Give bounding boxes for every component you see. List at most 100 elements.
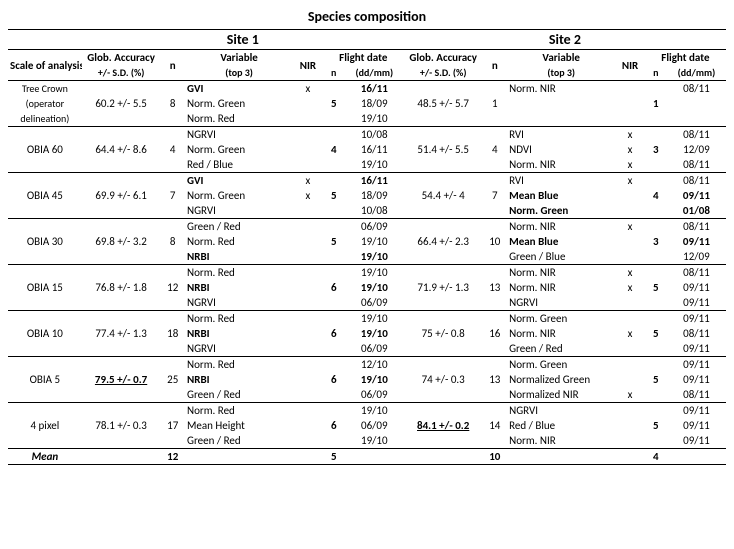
- cell: 13: [483, 357, 508, 403]
- cell: 10/08: [345, 127, 404, 143]
- table-title: Species composition: [8, 8, 726, 25]
- cell: Mean Blue: [507, 234, 615, 249]
- cell: 08/11: [667, 219, 726, 235]
- cell: 19/10: [345, 157, 404, 173]
- cell: 4 pixel: [8, 403, 82, 449]
- cell: Norm. Red: [185, 311, 293, 327]
- header-n1: n: [160, 50, 185, 81]
- cell: 09/11: [667, 188, 726, 203]
- cell: [615, 372, 645, 387]
- mean-empty: [615, 449, 645, 465]
- cell: 13: [483, 265, 508, 311]
- cell: [293, 142, 323, 157]
- cell: Red / Blue: [185, 157, 293, 173]
- cell: RVI: [507, 127, 615, 143]
- cell: 06/09: [345, 219, 404, 235]
- cell: 5: [323, 173, 345, 219]
- header-fn2: n: [645, 65, 667, 81]
- cell: 69.9 +/- 6.1: [82, 173, 161, 219]
- cell: [293, 249, 323, 265]
- cell: Norm. NIR: [507, 81, 615, 97]
- cell: 08/11: [667, 127, 726, 143]
- cell: 6: [323, 311, 345, 357]
- header-scale: Scale of analysis: [8, 50, 82, 81]
- header-site2: Site 2: [404, 30, 726, 50]
- header-fd2: Flight date: [645, 50, 726, 66]
- cell: x: [615, 326, 645, 341]
- cell: 09/11: [667, 403, 726, 419]
- cell: 66.4 +/- 2.3: [404, 219, 483, 265]
- cell: 4: [323, 127, 345, 173]
- cell: [615, 111, 645, 127]
- cell: 54.4 +/- 4: [404, 173, 483, 219]
- cell: 19/10: [345, 280, 404, 295]
- cell: [293, 403, 323, 419]
- cell: Norm. Green: [185, 96, 293, 111]
- cell: [615, 203, 645, 219]
- cell: OBIA 30: [8, 219, 82, 265]
- cell: Norm. Green: [507, 311, 615, 327]
- header-var2: Variable: [507, 50, 615, 66]
- cell: [615, 188, 645, 203]
- cell: Green / Red: [185, 219, 293, 235]
- cell: 5: [323, 219, 345, 265]
- species-table: Site 1 Site 2 Scale of analysis Glob. Ac…: [8, 29, 726, 465]
- cell: Green / Red: [185, 387, 293, 403]
- cell: OBIA 5: [8, 357, 82, 403]
- cell: [293, 203, 323, 219]
- header-var-sub2: (top 3): [507, 65, 615, 81]
- cell: 08/11: [667, 265, 726, 281]
- cell: 75 +/- 0.8: [404, 311, 483, 357]
- cell: [293, 127, 323, 143]
- cell: 5: [645, 265, 667, 311]
- cell: Norm. NIR: [507, 219, 615, 235]
- cell: [293, 111, 323, 127]
- cell: 14: [483, 403, 508, 449]
- cell: 48.5 +/- 5.7: [404, 81, 483, 127]
- header-nir1: NIR: [293, 50, 323, 81]
- cell: 77.4 +/- 1.3: [82, 311, 161, 357]
- cell: OBIA 60: [8, 127, 82, 173]
- mean-s2-fn: 4: [645, 449, 667, 465]
- cell: Norm. Red: [185, 265, 293, 281]
- cell: 09/11: [667, 234, 726, 249]
- cell: 18/09: [345, 188, 404, 203]
- cell: 19/10: [345, 249, 404, 265]
- cell: [667, 96, 726, 111]
- cell: Norm. Red: [185, 234, 293, 249]
- cell: 09/11: [667, 295, 726, 311]
- cell: Norm. NIR: [507, 265, 615, 281]
- mean-s1-n: 12: [160, 449, 185, 465]
- cell: 16/11: [345, 142, 404, 157]
- cell: 08/11: [667, 326, 726, 341]
- cell: Norm. NIR: [507, 326, 615, 341]
- cell: x: [615, 387, 645, 403]
- cell: 10/08: [345, 203, 404, 219]
- cell: [615, 249, 645, 265]
- cell: [615, 418, 645, 433]
- cell: Norm. NIR: [507, 157, 615, 173]
- cell: 5: [323, 81, 345, 127]
- cell: 16/11: [345, 173, 404, 189]
- cell: [293, 311, 323, 327]
- cell: 84.1 +/- 0.2: [404, 403, 483, 449]
- cell: 08/11: [667, 157, 726, 173]
- cell: 19/10: [345, 111, 404, 127]
- cell: 09/11: [667, 357, 726, 373]
- cell: Tree Crown: [8, 81, 82, 97]
- cell: 08/11: [667, 81, 726, 97]
- cell: NRBI: [185, 326, 293, 341]
- cell: 5: [645, 311, 667, 357]
- header-var1: Variable: [185, 50, 293, 66]
- cell: 19/10: [345, 433, 404, 449]
- cell: OBIA 10: [8, 311, 82, 357]
- cell: 17: [160, 403, 185, 449]
- mean-empty: [507, 449, 615, 465]
- cell: NRBI: [185, 249, 293, 265]
- cell: 09/11: [667, 372, 726, 387]
- cell: 19/10: [345, 311, 404, 327]
- header-n2: n: [483, 50, 508, 81]
- mean-label: Mean: [8, 449, 82, 465]
- header-acc-sub1: +/- S.D. (%): [82, 65, 161, 81]
- cell: [615, 341, 645, 357]
